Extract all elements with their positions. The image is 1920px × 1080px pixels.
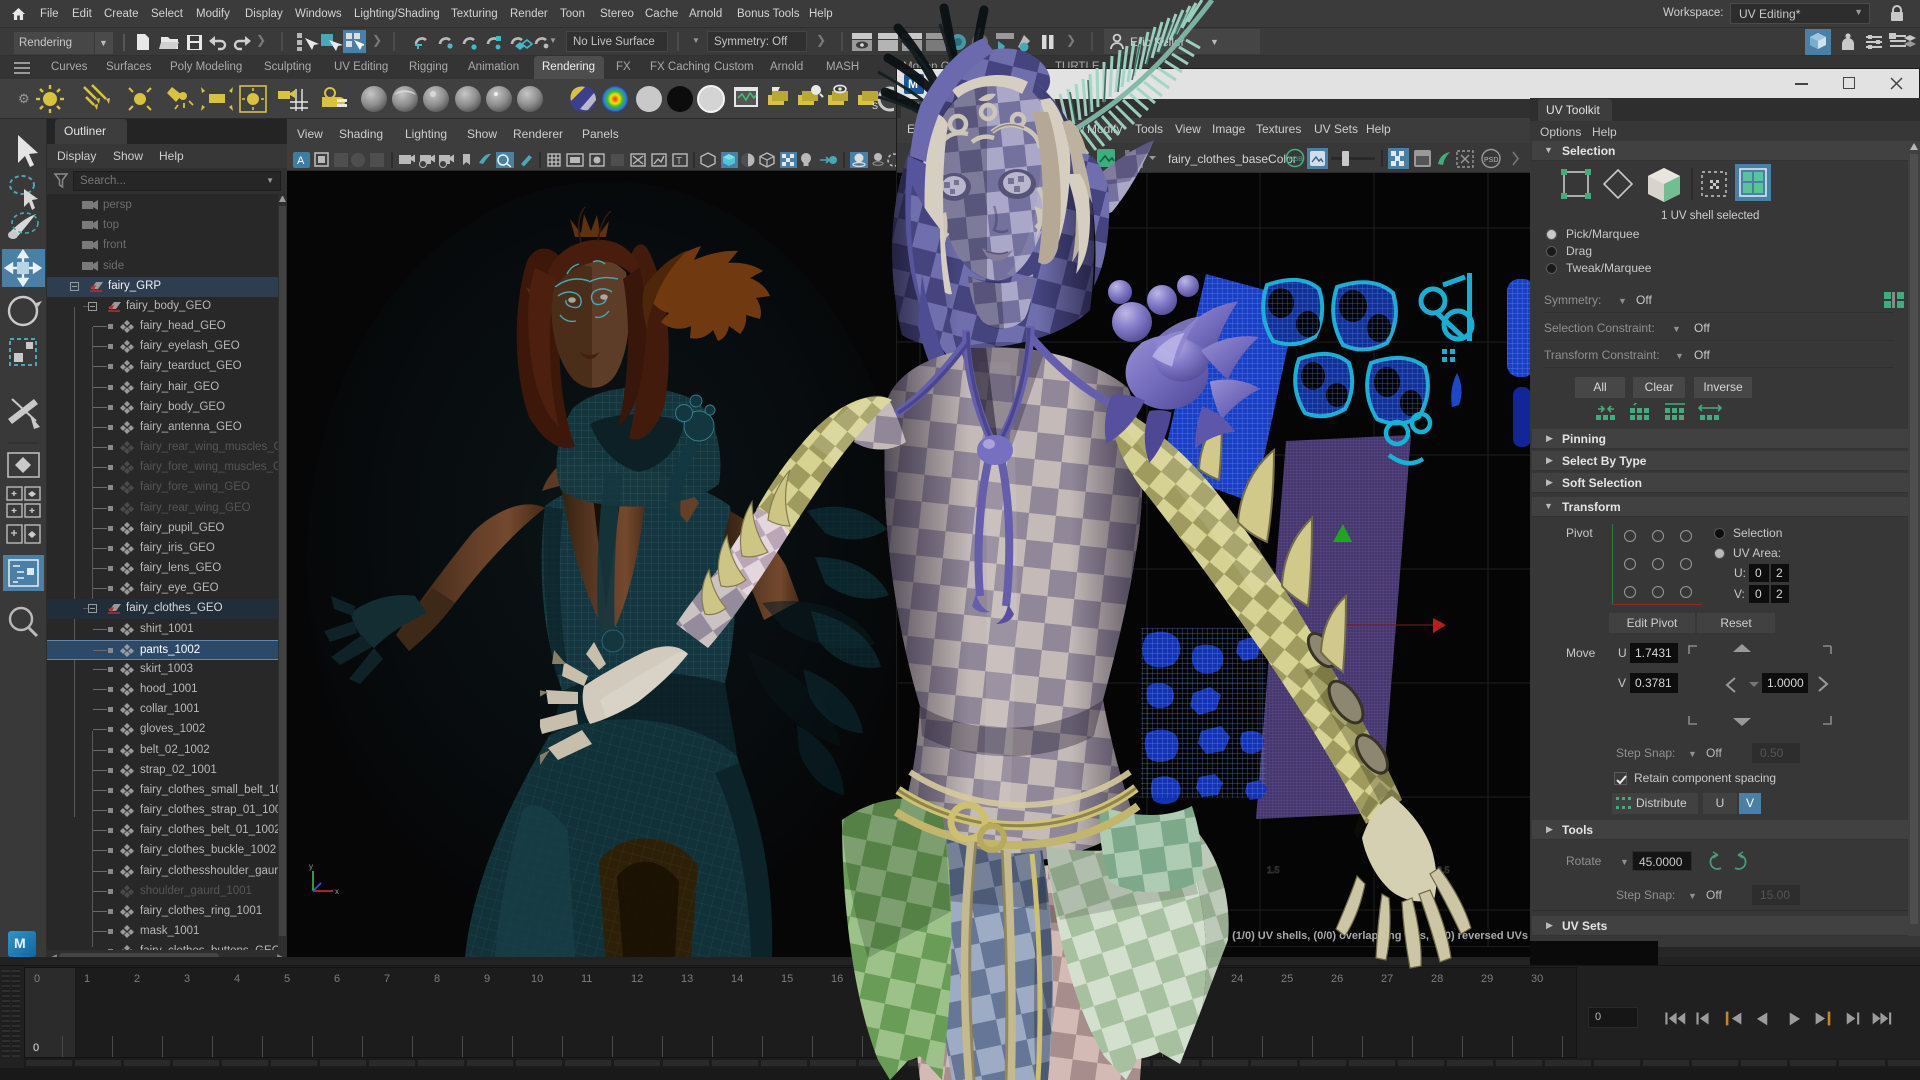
svg-text:1.5: 1.5 (1267, 865, 1280, 875)
svg-text:-0.5: -0.5 (927, 865, 943, 875)
svg-text:IPR: IPR (905, 43, 916, 50)
svg-text:x: x (335, 887, 339, 896)
svg-text:y: y (309, 862, 313, 871)
svg-text:PSD: PSD (1484, 157, 1498, 164)
svg-text:2.5: 2.5 (1437, 865, 1450, 875)
svg-text:0.5: 0.5 (1097, 865, 1110, 875)
svg-text:S: S (872, 101, 878, 111)
svg-text:A: A (297, 155, 305, 167)
svg-text:(1/0) UV shells, (0/0) overlap: (1/0) UV shells, (0/0) overlapping UVs, … (1232, 930, 1528, 942)
svg-text:T: T (676, 156, 682, 167)
svg-text:RGB: RGB (1289, 156, 1303, 163)
